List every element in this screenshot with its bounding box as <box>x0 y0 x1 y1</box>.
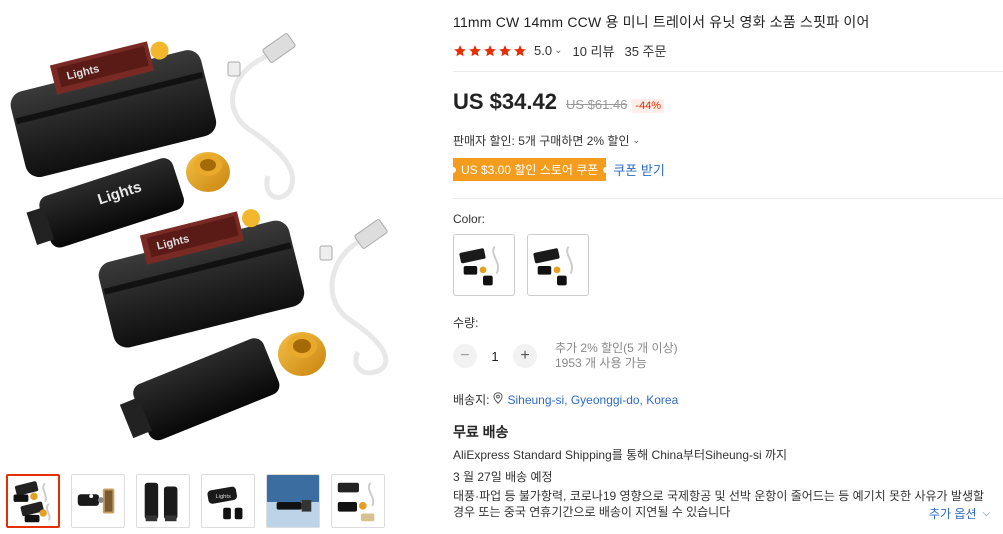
quantity-increase-button[interactable]: + <box>513 344 537 368</box>
star-icon <box>499 44 511 56</box>
color-label: Color: <box>453 212 486 226</box>
svg-text:Lights: Lights <box>215 494 231 500</box>
discount-badge: -44% <box>632 99 665 113</box>
free-shipping-title: 무료 배송 <box>453 424 509 440</box>
ship-to-label: 배송지: <box>453 393 490 407</box>
shipping-location-link[interactable]: Siheung-si, Gyeonggi-do, Korea <box>507 393 678 407</box>
chevron-down-icon: ⌵ <box>982 508 991 519</box>
review-count[interactable]: 10 리뷰 <box>572 41 614 60</box>
original-price: US $61.46 <box>565 97 628 112</box>
chevron-down-icon[interactable]: ⌄ <box>554 45 562 56</box>
gold-adapter-1 <box>186 152 230 192</box>
store-coupon-badge[interactable]: US $3.00 할인 스토어 쿠폰 <box>453 158 607 181</box>
order-count: 35 주문 <box>624 44 667 59</box>
gold-adapter-2 <box>278 332 326 376</box>
star-rating <box>453 44 527 58</box>
divider <box>453 71 1003 72</box>
divider <box>453 198 1003 199</box>
quantity-info: 추가 2% 할인(5 개 이상) 1953 개 사용 가능 <box>555 341 678 371</box>
price-row: US $34.42 US $61.46 -44% <box>453 89 665 115</box>
coupon-row: US $3.00 할인 스토어 쿠폰 쿠폰 받기 <box>453 158 665 181</box>
more-options-link[interactable]: 추가 옵션 ⌵ <box>929 505 990 522</box>
shipping-method: AliExpress Standard Shipping를 통해 China부터… <box>453 448 788 462</box>
star-icon <box>484 44 496 56</box>
chevron-down-icon: ⌄ <box>632 135 641 145</box>
shipping-notice: 태풍·파업 등 불가항력, 코로나19 영향으로 국제항공 및 선박 운항이 줄… <box>453 489 985 519</box>
tracer-tube-2 <box>119 338 280 441</box>
thumbnail-6[interactable] <box>331 474 385 528</box>
case-top: Lights <box>10 41 217 178</box>
color-option-2[interactable] <box>527 234 589 296</box>
bulk-discount-note: 추가 2% 할인(5 개 이상) <box>555 341 678 355</box>
color-swatches <box>453 234 589 296</box>
quantity-stepper: − 1 + 추가 2% 할인(5 개 이상) 1953 개 사용 가능 <box>453 341 678 371</box>
quantity-input[interactable]: 1 <box>477 349 513 364</box>
thumbnail-4[interactable]: Lights <box>201 474 255 528</box>
product-photo: Lights Lights Lights <box>10 33 389 441</box>
thumbnail-strip: Lights <box>6 474 385 528</box>
thumbnail-2[interactable] <box>71 474 125 528</box>
main-product-image[interactable]: Lights Lights Lights <box>0 0 420 460</box>
quantity-decrease-button[interactable]: − <box>453 344 477 368</box>
more-options-label: 추가 옵션 <box>929 507 977 521</box>
seller-discount-text: 판매자 할인: 5개 구매하면 2% 할인 <box>453 134 630 148</box>
quantity-label: 수량: <box>453 316 479 330</box>
get-coupon-link[interactable]: 쿠폰 받기 <box>613 160 664 179</box>
thumbnail-3[interactable] <box>136 474 190 528</box>
thumbnail-1[interactable] <box>6 474 60 528</box>
image-gallery: Lights Lights Lights Lights <box>0 0 420 534</box>
estimated-delivery: 3 월 27일 배송 예정 <box>453 470 553 484</box>
ship-to-row: 배송지: Siheung-si, Gyeonggi-do, Korea <box>453 391 678 408</box>
usb-cable-2 <box>329 237 389 376</box>
location-pin-icon <box>493 392 503 407</box>
star-icon <box>454 44 466 56</box>
seller-discount[interactable]: 판매자 할인: 5개 구매하면 2% 할인 ⌄ <box>453 132 640 149</box>
stock-available: 1953 개 사용 가능 <box>555 356 647 370</box>
current-price: US $34.42 <box>453 89 557 114</box>
color-option-1[interactable] <box>453 234 515 296</box>
rating-row: 5.0 ⌄ 10 리뷰 35 주문 <box>453 41 666 60</box>
product-title: 11mm CW 14mm CCW 용 미니 트레이서 유닛 영화 소품 스핏파 … <box>453 14 870 30</box>
thumbnail-5[interactable] <box>266 474 320 528</box>
star-icon <box>514 44 526 56</box>
star-icon <box>469 44 481 56</box>
usb-cable-1 <box>230 52 296 200</box>
rating-value[interactable]: 5.0 <box>534 43 552 58</box>
product-info-panel: 11mm CW 14mm CCW 용 미니 트레이서 유닛 영화 소품 스핏파 … <box>453 0 1003 534</box>
